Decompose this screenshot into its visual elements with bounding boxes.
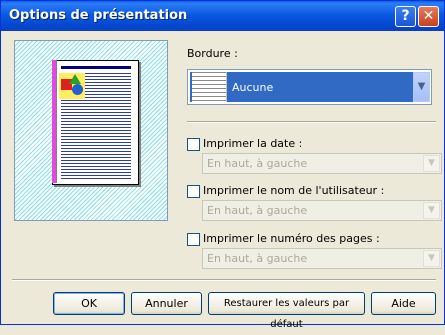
- help-button[interactable]: Aide: [371, 292, 436, 315]
- preview-header-bar: [61, 66, 131, 69]
- preview-margin-bar: [52, 60, 57, 183]
- border-label: Bordure :: [187, 47, 238, 60]
- date-label: Imprimer la date :: [203, 137, 303, 150]
- border-thumbnail: [192, 72, 227, 102]
- cancel-button[interactable]: Annuler: [131, 292, 202, 315]
- border-selected-value: Aucune: [232, 81, 274, 94]
- username-position-value: En haut, à gauche: [207, 204, 308, 217]
- chevron-down-icon[interactable]: ▼: [413, 72, 430, 102]
- separator-bottom: [12, 279, 436, 281]
- preview-page: [52, 60, 139, 185]
- chevron-down-icon: ▼: [423, 250, 440, 267]
- page-number-position-select[interactable]: En haut, à gauche ▼: [202, 248, 442, 269]
- username-checkbox[interactable]: [187, 185, 200, 198]
- page-number-label: Imprimer le numéro des pages :: [203, 232, 380, 245]
- ok-button[interactable]: OK: [53, 292, 125, 315]
- restore-defaults-button[interactable]: Restaurer les valeurs par défaut: [208, 292, 365, 330]
- username-label: Imprimer le nom de l'utilisateur :: [203, 184, 385, 197]
- chevron-down-icon: ▼: [423, 202, 440, 219]
- layout-preview: [14, 40, 168, 221]
- dialog-window: Options de présentation ? ✕ Bordure : Au…: [0, 0, 445, 330]
- border-select[interactable]: Aucune ▼: [187, 69, 432, 105]
- title-bar[interactable]: Options de présentation ? ✕: [1, 1, 444, 31]
- chevron-down-icon: ▼: [423, 155, 440, 172]
- page-number-position-value: En haut, à gauche: [207, 252, 308, 265]
- date-checkbox[interactable]: [187, 138, 200, 151]
- date-position-value: En haut, à gauche: [207, 157, 308, 170]
- separator-top: [187, 121, 436, 123]
- help-icon[interactable]: ?: [395, 6, 416, 27]
- date-position-select[interactable]: En haut, à gauche ▼: [202, 153, 442, 174]
- window-title: Options de présentation: [9, 8, 188, 23]
- username-position-select[interactable]: En haut, à gauche ▼: [202, 200, 442, 221]
- page-number-checkbox[interactable]: [187, 233, 200, 246]
- preview-shapes-picture: [59, 73, 85, 99]
- border-selected-item[interactable]: Aucune: [190, 72, 414, 102]
- close-icon[interactable]: ✕: [418, 6, 439, 27]
